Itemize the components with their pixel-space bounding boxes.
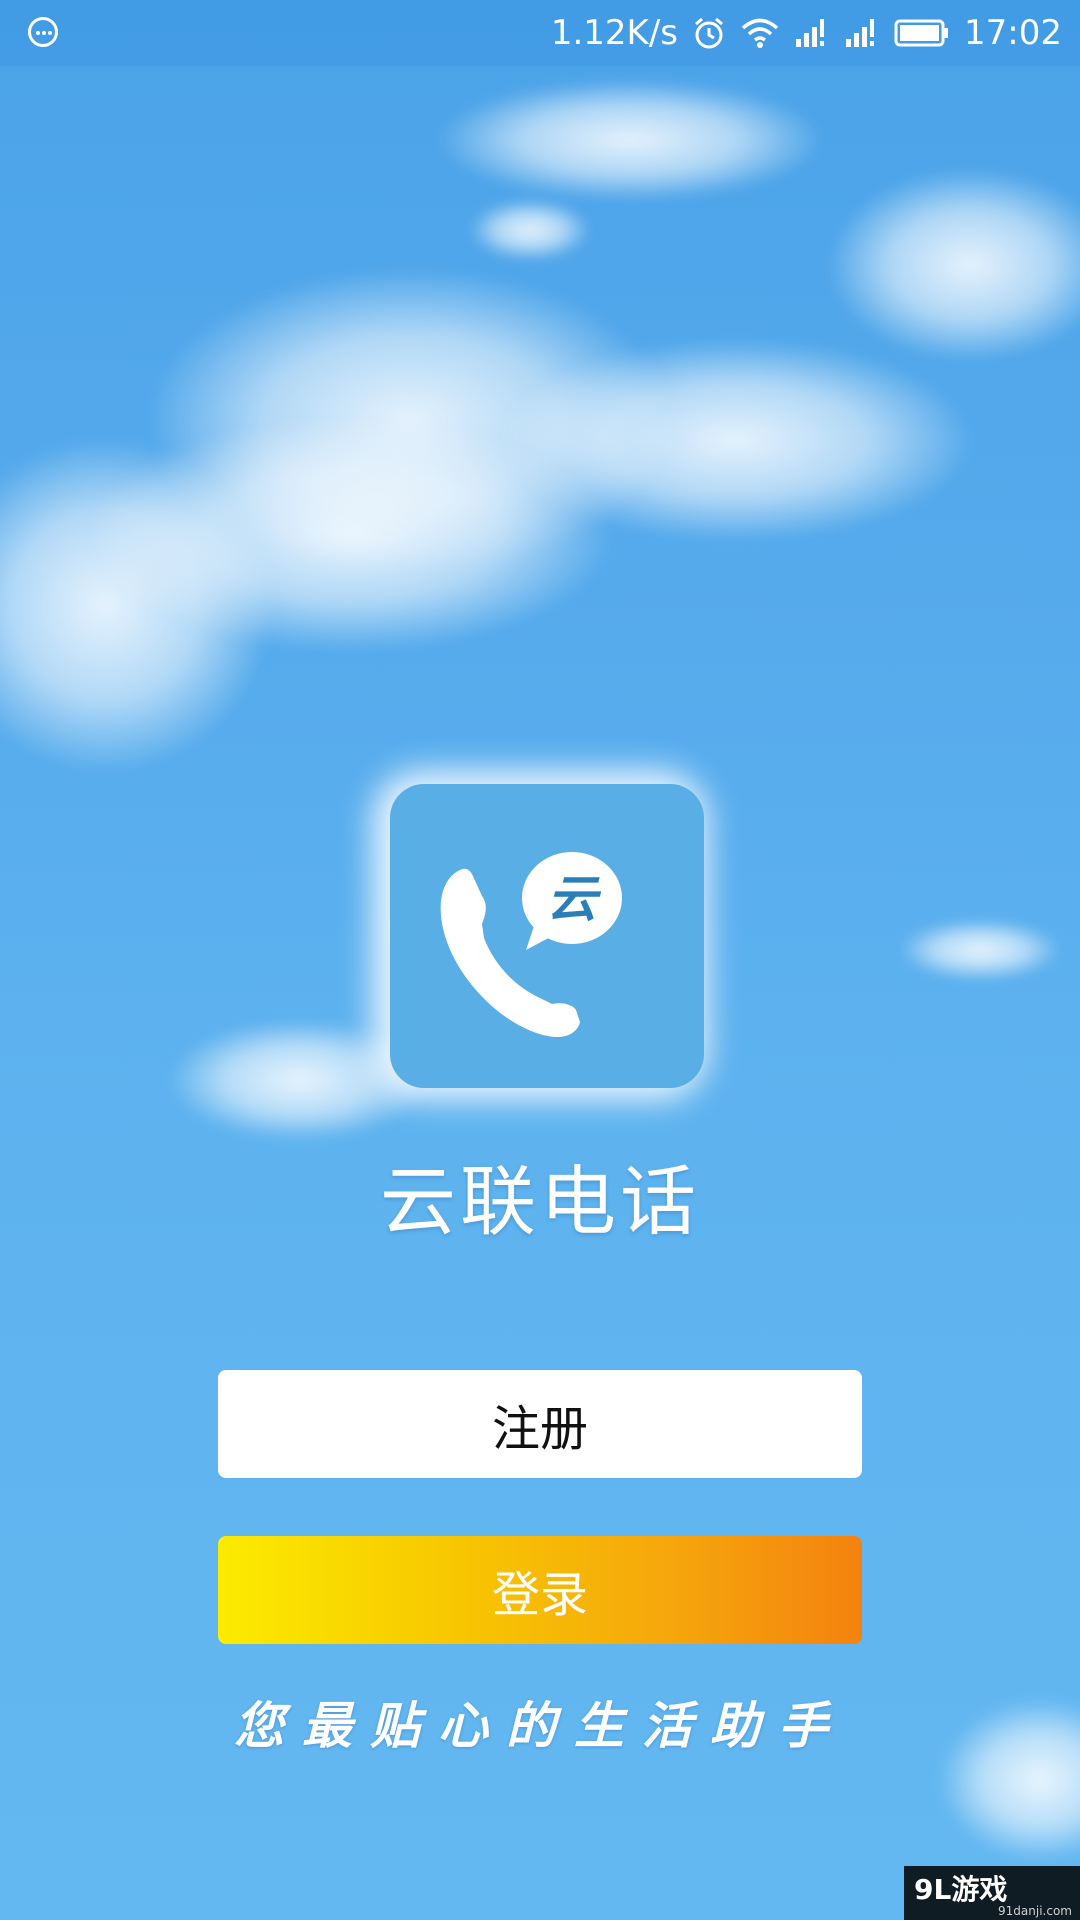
phone-cloud-bubble-icon: 云 bbox=[390, 784, 704, 1088]
cloud bbox=[830, 170, 1080, 360]
wifi-icon bbox=[740, 17, 780, 49]
register-button[interactable]: 注册 bbox=[218, 1370, 862, 1478]
status-bar: 1.12K/s 17:02 bbox=[0, 0, 1080, 66]
signal-icon bbox=[844, 17, 880, 49]
cloud bbox=[470, 200, 590, 260]
network-speed: 1.12K/s bbox=[550, 13, 679, 53]
cloud bbox=[900, 920, 1060, 980]
login-button[interactable]: 登录 bbox=[218, 1536, 862, 1644]
watermark: 9L游戏 91danji.com bbox=[904, 1866, 1080, 1920]
app-icon-glyph: 云 bbox=[547, 869, 602, 928]
alarm-icon bbox=[692, 16, 726, 50]
battery-icon bbox=[894, 18, 950, 48]
status-indicators: 1.12K/s 17:02 bbox=[551, 0, 1062, 66]
cloud bbox=[440, 80, 820, 200]
signal-icon bbox=[794, 17, 830, 49]
clock: 17:02 bbox=[964, 13, 1062, 53]
slogan: 您最贴心的生活助手 bbox=[234, 1696, 846, 1755]
watermark-url: 91danji.com bbox=[998, 1904, 1072, 1918]
splash-screen: 1.12K/s 17:02 云 云联电话 注册 登录 您最贴心的生活助手 9L游… bbox=[0, 0, 1080, 1920]
watermark-brand: 9L游戏 bbox=[914, 1873, 1008, 1906]
more-circle-icon[interactable] bbox=[28, 17, 58, 47]
app-title: 云联电话 bbox=[380, 1157, 700, 1246]
cloud bbox=[90, 420, 610, 650]
